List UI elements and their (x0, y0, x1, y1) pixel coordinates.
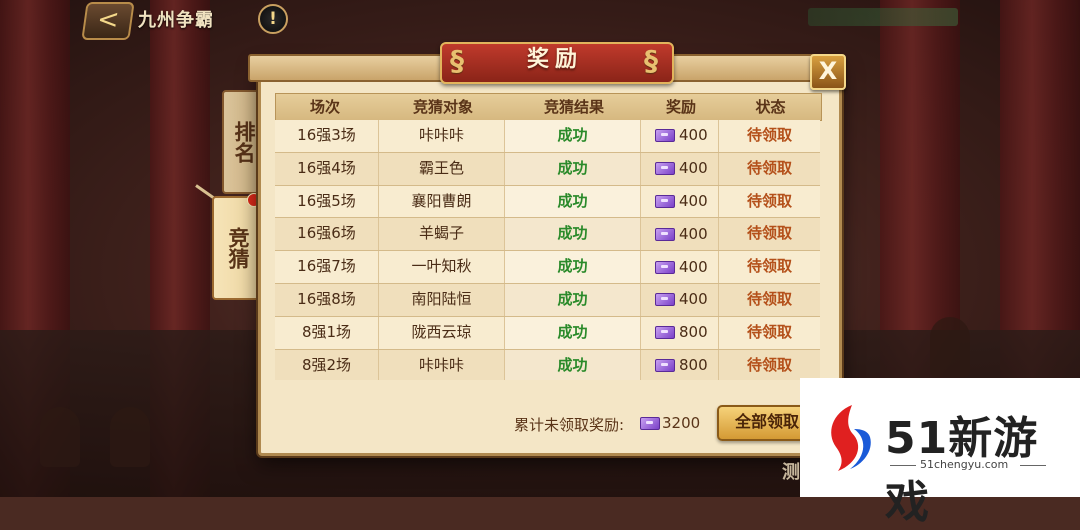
ticket-icon (655, 358, 675, 372)
result-cell: 成功 (505, 120, 641, 152)
match-cell: 16强4场 (275, 152, 379, 185)
table-row: 16强6场 羊蝎子 成功 400 待领取 (275, 218, 820, 252)
result-cell: 成功 (505, 152, 641, 185)
status-cell: 待领取 (746, 191, 792, 210)
result-cell: 成功 (505, 185, 641, 218)
column-header-reward: 奖励 (665, 98, 696, 116)
divider (890, 465, 916, 466)
table-row: 8强2场 咔咔咔 成功 800 待领取 (275, 349, 820, 380)
reward-amount: 400 (679, 126, 708, 145)
back-button[interactable]: < (81, 2, 135, 40)
column-header-result: 竞猜结果 (543, 98, 604, 116)
unclaimed-total-value: 3200 (662, 414, 701, 432)
ticket-icon (655, 227, 675, 241)
reward-cell: 400 (641, 283, 719, 316)
reward-cell: 800 (641, 349, 719, 380)
table-row: 16强5场 襄阳曹朗 成功 400 待领取 (275, 185, 820, 219)
unclaimed-total-label: 累计未领取奖励: (514, 416, 625, 434)
reward-cell: 400 (641, 251, 719, 283)
watermark-logo-icon (831, 405, 871, 471)
ticket-icon (655, 293, 675, 307)
page-title: 九州争霸 (138, 10, 214, 31)
status-bar (808, 8, 958, 26)
reward-cell: 400 (641, 185, 719, 218)
table-row: 8强1场 陇西云琼 成功 800 待领取 (275, 316, 820, 350)
result-cell: 成功 (505, 218, 641, 251)
target-cell: 咔咔咔 (379, 349, 505, 380)
back-arrow-icon: < (95, 5, 122, 35)
match-cell: 16强6场 (275, 218, 379, 251)
match-cell: 8强1场 (275, 316, 379, 349)
tab-betting[interactable]: 竞猜 (212, 196, 264, 300)
column-header-status: 状态 (755, 98, 786, 116)
status-cell: 待领取 (746, 322, 792, 341)
reward-amount: 400 (679, 257, 708, 276)
ticket-icon (655, 260, 675, 274)
ticket-icon (640, 417, 660, 430)
reward-amount: 400 (679, 159, 708, 178)
match-cell: 16强3场 (275, 120, 379, 152)
column-header-match: 场次 (310, 98, 341, 116)
close-button[interactable]: X (810, 54, 846, 90)
status-cell: 待领取 (746, 126, 792, 144)
reward-cell: 400 (641, 218, 719, 251)
ticket-icon (655, 194, 675, 208)
watermark-url: 51chengyu.com (920, 458, 1009, 471)
table-row: 16强7场 一叶知秋 成功 400 待领取 (275, 251, 820, 284)
ticket-icon (655, 129, 675, 143)
reward-amount: 800 (679, 355, 708, 374)
status-cell: 待领取 (746, 257, 792, 276)
target-cell: 南阳陆恒 (379, 283, 505, 316)
match-cell: 16强8场 (275, 283, 379, 316)
info-button[interactable]: ! (258, 4, 288, 34)
target-cell: 霸王色 (379, 152, 505, 185)
status-cell: 待领取 (746, 289, 792, 308)
table-row: 16强3场 咔咔咔 成功 400 待领取 (275, 120, 820, 153)
match-cell: 16强5场 (275, 185, 379, 218)
status-cell: 待领取 (746, 158, 792, 177)
target-cell: 羊蝎子 (379, 218, 505, 251)
reward-table-body[interactable]: 16强3场 咔咔咔 成功 400 待领取 16强4场 霸王色 成功 400 待领… (275, 120, 820, 380)
reward-cell: 800 (641, 316, 719, 349)
result-cell: 成功 (505, 283, 641, 316)
target-cell: 襄阳曹朗 (379, 185, 505, 218)
result-cell: 成功 (505, 251, 641, 283)
dialog-title: 奖励 (526, 47, 583, 72)
status-cell: 待领取 (746, 355, 792, 374)
target-cell: 一叶知秋 (379, 251, 505, 283)
table-row: 16强8场 南阳陆恒 成功 400 待领取 (275, 283, 820, 317)
match-cell: 8强2场 (275, 349, 379, 380)
reward-amount: 400 (679, 191, 708, 210)
info-icon: ! (269, 9, 277, 29)
target-cell: 咔咔咔 (379, 120, 505, 152)
column-header-target: 竞猜对象 (412, 98, 473, 116)
tab-ranking-label: 排名 (232, 121, 256, 163)
bottom-corner-text: 测 (782, 462, 800, 483)
close-icon: X (818, 57, 838, 85)
result-cell: 成功 (505, 349, 641, 380)
ticket-icon (655, 326, 675, 340)
tab-betting-label: 竞猜 (226, 227, 250, 269)
reward-cell: 400 (641, 120, 719, 152)
divider (1020, 465, 1046, 466)
reward-amount: 400 (679, 224, 708, 243)
reward-table-header: 场次 竞猜对象 竞猜结果 奖励 状态 (275, 93, 822, 121)
table-row: 16强4场 霸王色 成功 400 待领取 (275, 152, 820, 186)
ticket-icon (655, 162, 675, 176)
reward-amount: 400 (679, 290, 708, 309)
status-cell: 待领取 (746, 224, 792, 243)
target-cell: 陇西云琼 (379, 316, 505, 349)
match-cell: 16强7场 (275, 251, 379, 283)
reward-cell: 400 (641, 152, 719, 185)
result-cell: 成功 (505, 316, 641, 349)
reward-amount: 800 (679, 323, 708, 342)
